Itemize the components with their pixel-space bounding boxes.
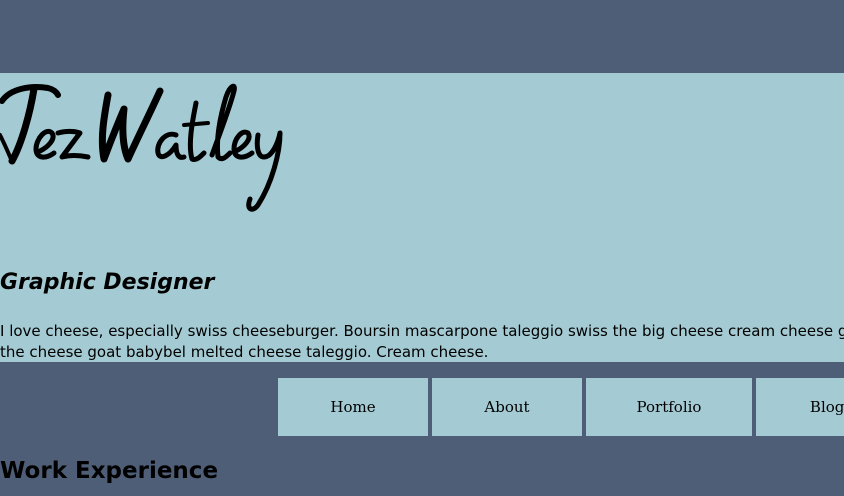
page: Graphic Designer I love cheese, especial… — [0, 0, 844, 496]
bio-line: I love cheese, especially swiss cheesebu… — [0, 322, 844, 340]
nav-item-blogs[interactable]: Blogs — [756, 378, 844, 436]
nav-item-portfolio[interactable]: Portfolio — [586, 378, 752, 436]
role-title: Graphic Designer — [0, 270, 215, 295]
main-nav: Home About Portfolio Blogs — [278, 378, 844, 436]
nav-item-about[interactable]: About — [432, 378, 582, 436]
logo-signature — [0, 73, 300, 223]
nav-item-home[interactable]: Home — [278, 378, 428, 436]
bio-line: the cheese goat babybel melted cheese ta… — [0, 343, 489, 361]
hero-header: Graphic Designer I love cheese, especial… — [0, 73, 844, 362]
section-title-work-experience: Work Experience — [0, 458, 219, 484]
bio-paragraph: I love cheese, especially swiss cheesebu… — [0, 321, 844, 362]
